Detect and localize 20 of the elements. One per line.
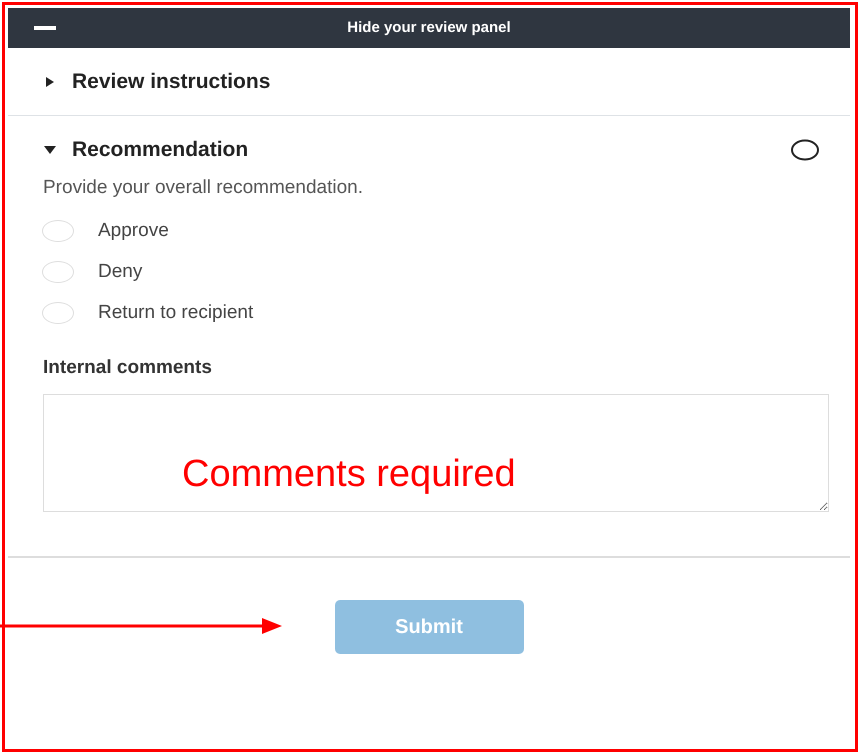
radio-button[interactable] <box>42 261 74 283</box>
radio-option[interactable]: Deny <box>8 252 148 292</box>
annotation-note: Comments required <box>182 452 516 497</box>
caret-down-icon[interactable] <box>44 145 56 155</box>
radio-button[interactable] <box>42 220 74 242</box>
radio-button[interactable] <box>42 302 74 324</box>
caret-right-icon[interactable] <box>44 76 56 86</box>
option-label: Approve <box>98 218 169 243</box>
section-title[interactable]: Recommendation <box>72 134 248 166</box>
field-label: Internal comments <box>43 356 213 380</box>
option-label: Deny <box>98 260 142 284</box>
prompt-text: Provide your overall recommendation. <box>43 176 364 200</box>
comments-field[interactable] <box>43 394 829 512</box>
minus-icon <box>34 26 56 30</box>
section-title[interactable]: Review instructions <box>72 66 270 98</box>
radio-option[interactable]: Return to recipient <box>8 292 260 334</box>
review-panel-header[interactable]: Hide your review panel <box>8 8 850 48</box>
option-label: Return to recipient <box>98 300 254 325</box>
radio-option[interactable]: Approve <box>8 210 175 252</box>
panel-toggle-title: Hide your review panel <box>347 18 511 38</box>
